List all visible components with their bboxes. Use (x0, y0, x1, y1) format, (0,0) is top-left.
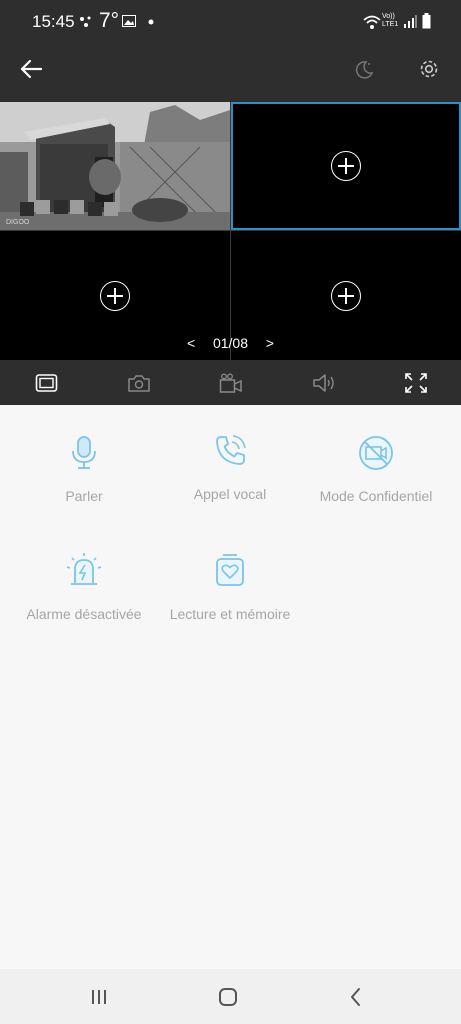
grid-divider-vertical (230, 102, 231, 360)
image-notification-icon (122, 15, 136, 27)
system-nav-bar (0, 969, 461, 1024)
pager-next-button[interactable]: > (266, 335, 274, 351)
alarm-siren-icon (66, 553, 102, 585)
system-back-icon[interactable] (348, 987, 364, 1007)
camera-snapshot-image (0, 102, 230, 230)
pager-prev-button[interactable]: < (187, 335, 195, 351)
snapshot-icon[interactable] (127, 372, 151, 394)
voice-call-button[interactable]: Appel vocal (155, 431, 305, 502)
gear-icon[interactable] (417, 57, 441, 81)
home-icon[interactable] (218, 987, 238, 1007)
playback-storage-icon (216, 554, 244, 586)
camera-feed-1[interactable]: DIGOO (0, 102, 230, 230)
phone-call-icon (216, 435, 246, 465)
recent-apps-icon[interactable] (90, 988, 108, 1006)
app-bar (0, 44, 461, 102)
add-camera-icon[interactable] (331, 151, 361, 181)
video-grid: DIGOO < 01/08 > (0, 102, 461, 360)
status-bar: 15:45 7° Vo)) LTE1 (0, 0, 461, 44)
record-icon[interactable] (219, 372, 243, 394)
wifi-icon (363, 15, 381, 29)
status-temperature: 7° (99, 9, 120, 32)
voice-call-label: Appel vocal (193, 486, 267, 502)
playback-storage-button[interactable]: Lecture et mémoire (155, 551, 305, 622)
single-view-icon[interactable] (35, 372, 59, 394)
microphone-icon (72, 436, 96, 469)
arrow-left-icon[interactable] (19, 58, 43, 80)
grid-pager: < 01/08 > (0, 335, 461, 351)
battery-icon (422, 13, 431, 29)
alarm-label: Alarme désactivée (26, 606, 142, 622)
status-time: 15:45 (32, 12, 75, 31)
moon-icon[interactable] (353, 58, 375, 80)
camera-watermark: DIGOO (6, 219, 30, 226)
notification-dot-icon (148, 19, 154, 25)
pager-page-indicator: 01/08 (212, 335, 249, 351)
fullscreen-icon[interactable] (404, 372, 428, 394)
grid-divider-horizontal (0, 230, 461, 231)
signal-icon (404, 15, 417, 28)
weather-dots-icon (80, 16, 91, 27)
network-label: Vo)) LTE1 (382, 13, 399, 28)
privacy-mode-button[interactable]: Mode Confidentiel (301, 433, 451, 504)
alarm-button[interactable]: Alarme désactivée (9, 551, 159, 622)
camera-slot-2[interactable] (231, 102, 461, 230)
talk-label: Parler (65, 488, 103, 504)
privacy-camera-off-icon (359, 436, 393, 470)
privacy-mode-label: Mode Confidentiel (319, 488, 433, 504)
speaker-icon[interactable] (312, 372, 336, 394)
playback-storage-label: Lecture et mémoire (169, 606, 291, 622)
add-camera-icon[interactable] (100, 281, 130, 311)
video-toolbar (0, 360, 461, 405)
add-camera-icon[interactable] (331, 281, 361, 311)
talk-button[interactable]: Parler (9, 433, 159, 504)
